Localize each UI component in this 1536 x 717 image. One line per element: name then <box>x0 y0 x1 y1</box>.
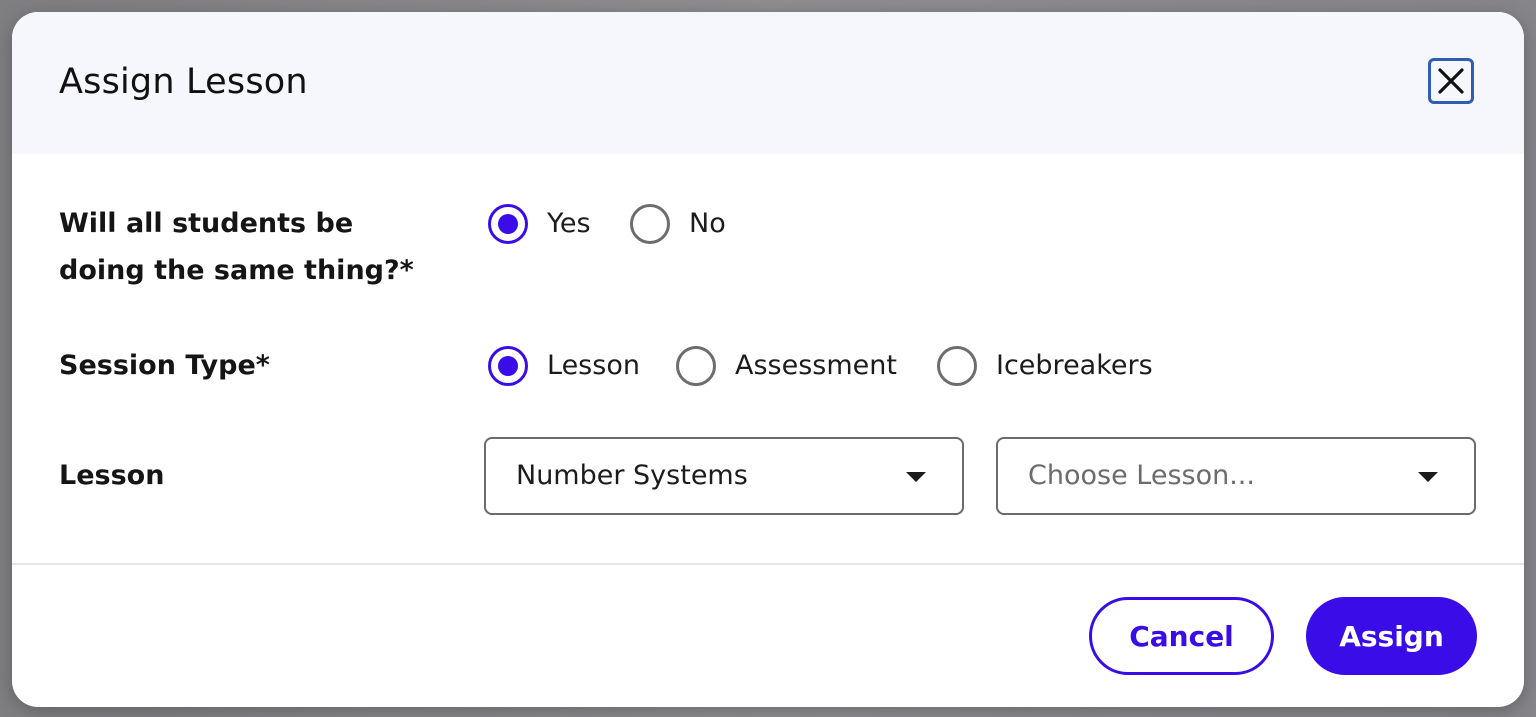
radio-icebreakers-indicator[interactable] <box>937 346 977 386</box>
caret-down-icon <box>906 472 926 482</box>
radio-yes-indicator[interactable] <box>488 204 528 244</box>
radio-lesson-label: Lesson <box>547 350 640 381</box>
unit-select-value: Number Systems <box>516 460 748 491</box>
same-thing-label: Will all students be doing the same thin… <box>59 208 414 286</box>
lesson-label: Lesson <box>59 460 165 491</box>
cancel-button[interactable]: Cancel <box>1089 597 1274 675</box>
radio-no-label: No <box>689 208 726 239</box>
radio-lesson[interactable]: Lesson <box>488 346 640 386</box>
radio-lesson-indicator[interactable] <box>488 346 528 386</box>
dialog-title: Assign Lesson <box>59 62 308 102</box>
radio-assessment-indicator[interactable] <box>676 346 716 386</box>
radio-assessment[interactable]: Assessment <box>676 346 897 386</box>
assign-button[interactable]: Assign <box>1306 597 1477 675</box>
radio-no-indicator[interactable] <box>630 204 670 244</box>
radio-yes-label: Yes <box>547 208 591 239</box>
radio-no[interactable]: No <box>630 204 726 244</box>
lesson-select-placeholder: Choose Lesson... <box>1028 460 1255 491</box>
close-icon <box>1438 68 1464 94</box>
close-button[interactable] <box>1428 58 1474 104</box>
footer-divider <box>12 563 1524 565</box>
radio-assessment-label: Assessment <box>735 350 897 381</box>
radio-icebreakers[interactable]: Icebreakers <box>937 346 1153 386</box>
dialog-header: Assign Lesson <box>12 12 1524 154</box>
radio-yes[interactable]: Yes <box>488 204 591 244</box>
caret-down-icon <box>1418 472 1438 482</box>
unit-select[interactable]: Number Systems <box>484 437 964 515</box>
radio-icebreakers-label: Icebreakers <box>996 350 1153 381</box>
session-type-label: Session Type* <box>59 350 270 381</box>
assign-lesson-dialog: Assign Lesson Will all students be doing… <box>12 12 1524 707</box>
lesson-select[interactable]: Choose Lesson... <box>996 437 1476 515</box>
